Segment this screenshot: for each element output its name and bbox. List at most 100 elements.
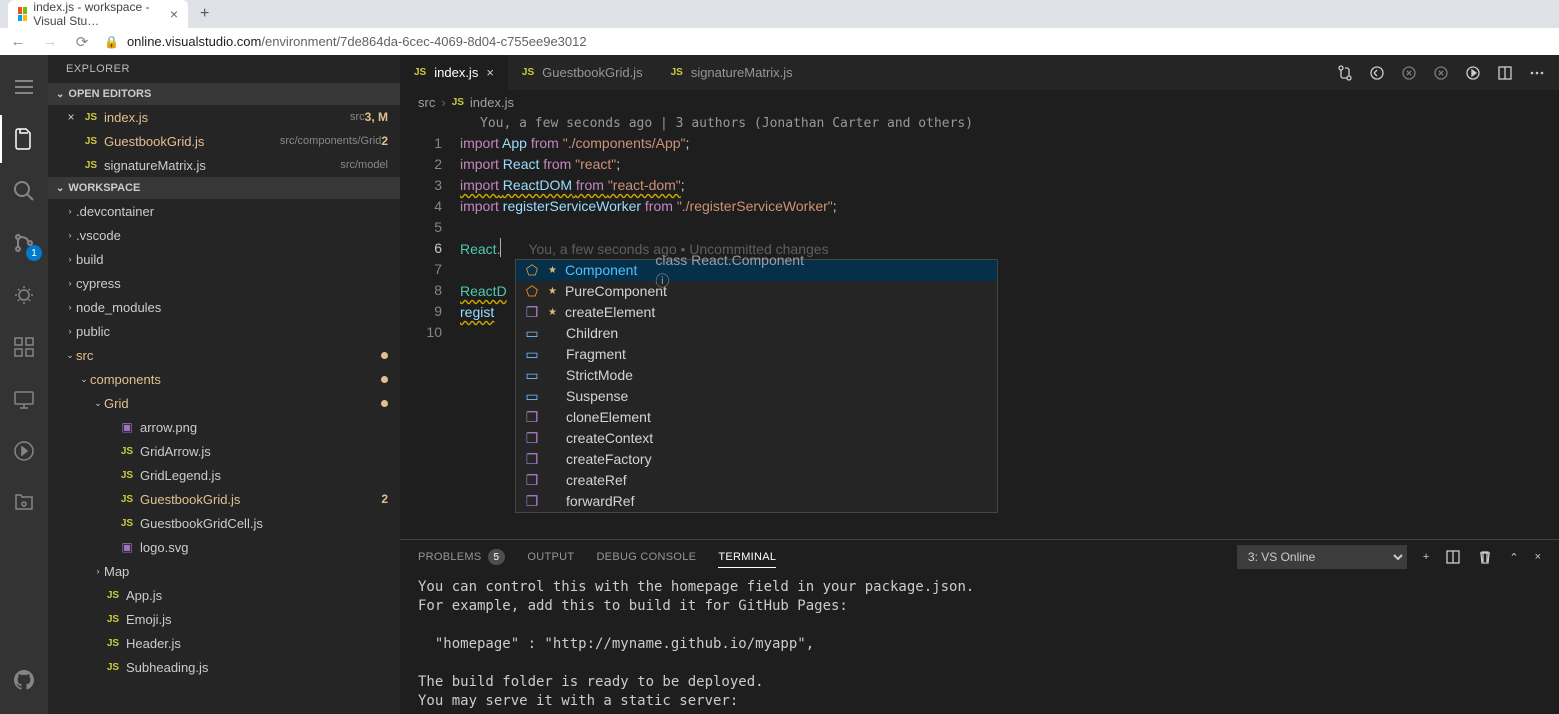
- editor-tab[interactable]: JSindex.js×: [400, 55, 508, 90]
- back-button[interactable]: ←: [8, 33, 28, 50]
- folder-item[interactable]: ⌄src: [48, 343, 400, 367]
- suggest-item[interactable]: ▭Children: [516, 323, 997, 344]
- forward-button[interactable]: →: [40, 33, 60, 50]
- sidebar-title: EXPLORER: [48, 55, 400, 83]
- suggest-item[interactable]: ▭Suspense: [516, 386, 997, 407]
- file-item[interactable]: JSApp.js: [48, 583, 400, 607]
- chevron-right-icon: ›: [64, 254, 76, 264]
- new-tab-button[interactable]: +: [200, 5, 209, 23]
- folder-item[interactable]: ⌄Grid: [48, 391, 400, 415]
- problems-tab[interactable]: PROBLEMS5: [418, 549, 505, 565]
- terminal-select[interactable]: 3: VS Online: [1237, 545, 1407, 569]
- folder-item[interactable]: ⌄components: [48, 367, 400, 391]
- suggest-item[interactable]: ⬠★Componentclass React.Componentⓘ: [516, 260, 997, 281]
- codelens[interactable]: You, a few seconds ago | 3 authors (Jona…: [400, 114, 1559, 133]
- item-label: GridArrow.js: [140, 444, 388, 459]
- close-panel-icon[interactable]: ×: [1535, 551, 1541, 563]
- folder-item[interactable]: ›Map: [48, 559, 400, 583]
- explorer-sidebar: EXPLORER ⌄OPEN EDITORS ×JSindex.jssrc3, …: [48, 55, 400, 714]
- git-compare-icon[interactable]: [1337, 65, 1353, 81]
- debug-tab[interactable]: [0, 271, 48, 319]
- js-icon: JS: [82, 136, 100, 147]
- run-icon[interactable]: [1465, 65, 1481, 81]
- open-editor-item[interactable]: JSGuestbookGrid.jssrc/components/Grid2: [48, 129, 400, 153]
- cube-icon: ❒: [524, 449, 540, 470]
- intellisense-popup[interactable]: ⬠★Componentclass React.Componentⓘ⬠★PureC…: [515, 259, 998, 513]
- file-item[interactable]: JSGuestbookGridCell.js: [48, 511, 400, 535]
- github-tab[interactable]: [0, 479, 48, 527]
- breadcrumb-root: src: [418, 95, 435, 110]
- file-item[interactable]: JSGridArrow.js: [48, 439, 400, 463]
- suggest-item[interactable]: ▭StrictMode: [516, 365, 997, 386]
- liveshare-tab[interactable]: [0, 427, 48, 475]
- item-label: public: [76, 324, 388, 339]
- chevron-right-icon: ›: [64, 326, 76, 336]
- file-item[interactable]: ▣arrow.png: [48, 415, 400, 439]
- remote-tab[interactable]: [0, 375, 48, 423]
- git-badge: 3, M: [365, 110, 388, 124]
- account-tab[interactable]: [0, 656, 48, 704]
- suggest-item[interactable]: ❒cloneElement: [516, 407, 997, 428]
- explorer-tab[interactable]: [0, 115, 48, 163]
- js-icon: JS: [414, 67, 426, 78]
- open-editor-item[interactable]: ×JSindex.jssrc3, M: [48, 105, 400, 129]
- folder-item[interactable]: ›node_modules: [48, 295, 400, 319]
- reload-button[interactable]: ⟳: [72, 33, 92, 51]
- output-tab[interactable]: OUTPUT: [527, 551, 574, 563]
- address-bar[interactable]: 🔒 online.visualstudio.com/environment/7d…: [104, 34, 1551, 49]
- chevron-down-icon: ⌄: [56, 89, 64, 100]
- file-item[interactable]: ▣logo.svg: [48, 535, 400, 559]
- more-actions-icon[interactable]: [1529, 65, 1545, 81]
- open-editors-header[interactable]: ⌄OPEN EDITORS: [48, 83, 400, 105]
- folder-item[interactable]: ›.vscode: [48, 223, 400, 247]
- js-icon: JS: [118, 470, 136, 481]
- file-item[interactable]: JSHeader.js: [48, 631, 400, 655]
- split-terminal-icon[interactable]: [1445, 549, 1461, 565]
- close-tab-icon[interactable]: ×: [170, 6, 178, 22]
- workspace-header[interactable]: ⌄WORKSPACE: [48, 177, 400, 199]
- next-change-icon[interactable]: [1433, 65, 1449, 81]
- file-item[interactable]: JSEmoji.js: [48, 607, 400, 631]
- code-editor[interactable]: 12345678910 import App from "./component…: [400, 133, 1559, 539]
- menu-button[interactable]: [0, 63, 48, 111]
- folder-item[interactable]: ›cypress: [48, 271, 400, 295]
- file-item[interactable]: JSGuestbookGrid.js2: [48, 487, 400, 511]
- terminal-output[interactable]: You can control this with the homepage f…: [400, 574, 1559, 714]
- suggest-label: Fragment: [566, 344, 626, 365]
- suggest-item[interactable]: ❒★createElement: [516, 302, 997, 323]
- open-editor-item[interactable]: JSsignatureMatrix.jssrc/model: [48, 153, 400, 177]
- search-tab[interactable]: [0, 167, 48, 215]
- file-item[interactable]: JSSubheading.js: [48, 655, 400, 679]
- item-label: cypress: [76, 276, 388, 291]
- folder-item[interactable]: ›.devcontainer: [48, 199, 400, 223]
- close-icon[interactable]: ×: [64, 110, 78, 124]
- editor-tab[interactable]: JSsignatureMatrix.js: [657, 55, 807, 90]
- debug-console-tab[interactable]: DEBUG CONSOLE: [596, 551, 696, 563]
- suggest-item[interactable]: ❒createContext: [516, 428, 997, 449]
- suggest-item[interactable]: ❒createRef: [516, 470, 997, 491]
- browser-tab[interactable]: index.js - workspace - Visual Stu… ×: [8, 0, 188, 28]
- code-lines: import App from "./components/App"; impo…: [460, 133, 1559, 539]
- git-modified-dot: [381, 400, 388, 407]
- extensions-tab[interactable]: [0, 323, 48, 371]
- suggest-item[interactable]: ▭Fragment: [516, 344, 997, 365]
- editor-tab[interactable]: JSGuestbookGrid.js: [508, 55, 657, 90]
- close-tab-icon[interactable]: ×: [486, 65, 494, 80]
- new-terminal-icon[interactable]: +: [1423, 551, 1429, 563]
- kill-terminal-icon[interactable]: [1477, 549, 1493, 565]
- tab-label: signatureMatrix.js: [691, 65, 793, 80]
- suggest-item[interactable]: ❒forwardRef: [516, 491, 997, 512]
- scm-tab[interactable]: 1: [0, 219, 48, 267]
- breadcrumb[interactable]: src › JS index.js: [400, 90, 1559, 114]
- file-item[interactable]: JSGridLegend.js: [48, 463, 400, 487]
- terminal-tab[interactable]: TERMINAL: [718, 551, 776, 568]
- suggest-label: createFactory: [566, 449, 652, 470]
- maximize-panel-icon[interactable]: ⌃: [1509, 551, 1518, 564]
- suggest-item[interactable]: ❒ createFactory: [516, 449, 997, 470]
- item-label: .devcontainer: [76, 204, 388, 219]
- prev-change-icon[interactable]: [1401, 65, 1417, 81]
- revert-icon[interactable]: [1369, 65, 1385, 81]
- split-editor-icon[interactable]: [1497, 65, 1513, 81]
- folder-item[interactable]: ›public: [48, 319, 400, 343]
- folder-item[interactable]: ›build: [48, 247, 400, 271]
